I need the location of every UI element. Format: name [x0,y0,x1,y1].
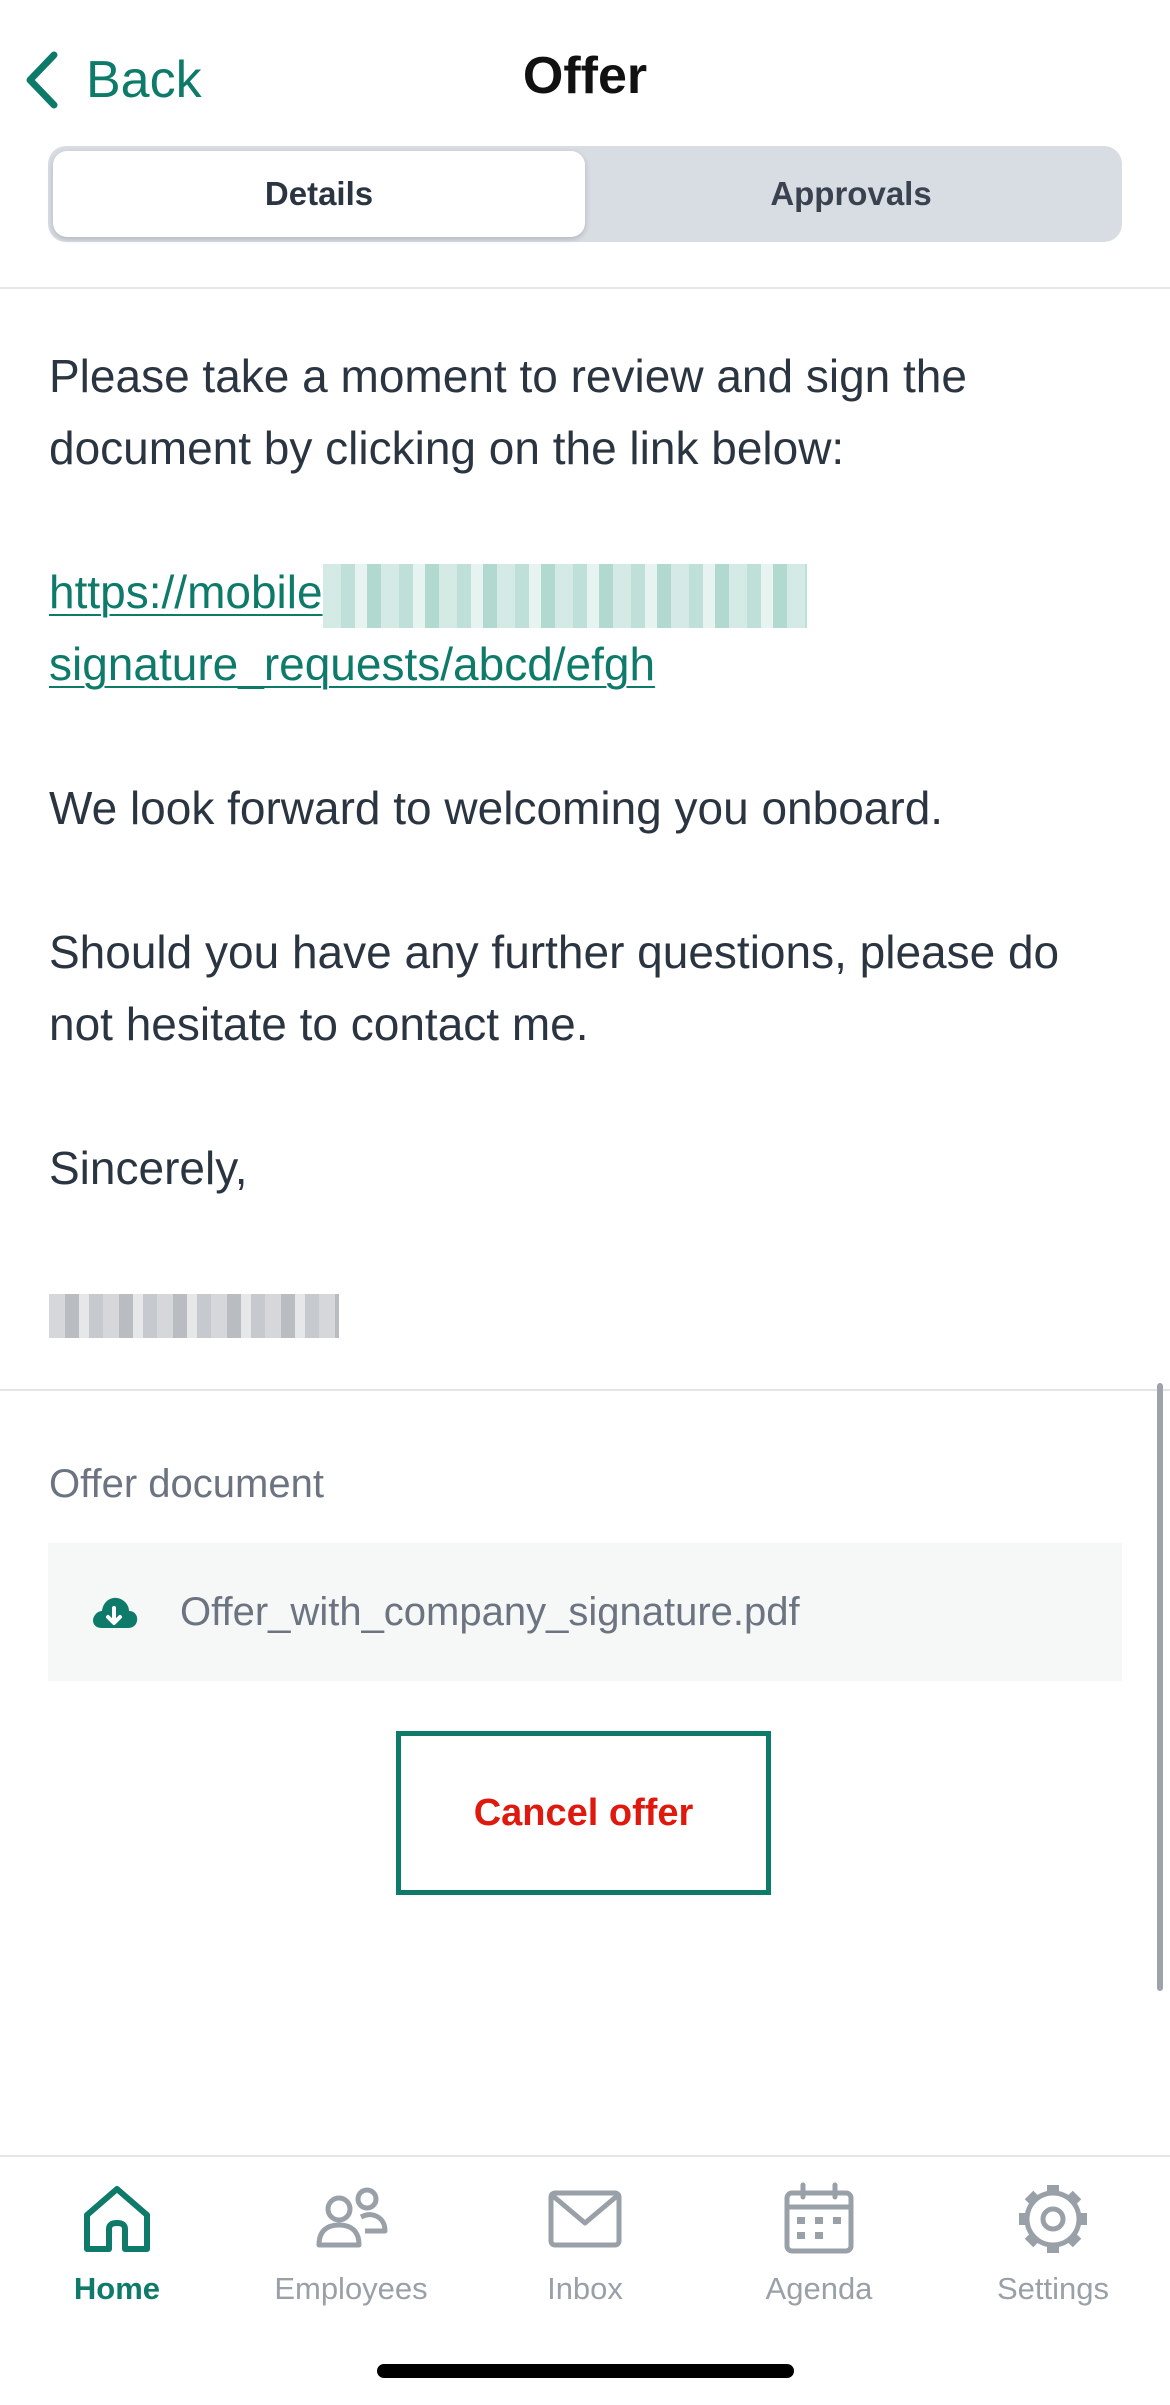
nav-agenda[interactable]: Agenda [702,2179,936,2307]
nav-inbox[interactable]: Inbox [468,2179,702,2307]
home-indicator [377,2364,794,2378]
nav-home[interactable]: Home [0,2179,234,2307]
signature-link-suffix[interactable]: signature_requests/abcd/efgh [49,638,655,690]
nav-agenda-label: Agenda [765,2271,873,2306]
scrollbar[interactable] [1157,1383,1163,1991]
nav-home-label: Home [73,2271,161,2306]
download-cloud-icon [93,1597,138,1628]
calendar-icon [784,2182,854,2254]
sender-signature [49,1276,1129,1348]
offer-document-filename: Offer_with_company_signature.pdf [180,1589,800,1634]
header: Back Offer [0,0,1170,145]
users-icon [316,2187,388,2248]
message-closing: Sincerely, [49,1142,248,1194]
header-divider [0,287,1170,289]
tab-approvals[interactable]: Approvals [585,151,1117,237]
message-intro: Please take a moment to review and sign … [49,350,967,474]
signature-link-block: https://mobile signature_requests/abcd/e… [49,556,1129,700]
page-title: Offer [522,47,648,105]
nav-settings-label: Settings [996,2271,1109,2306]
signature-link-prefix[interactable]: https://mobile [49,566,323,618]
nav-employees[interactable]: Employees [234,2179,468,2307]
home-icon [84,2186,150,2252]
cancel-offer-button[interactable]: Cancel offer [396,1731,771,1895]
redacted-link-segment [322,563,807,628]
nav-inbox-label: Inbox [547,2271,623,2306]
mail-icon [548,2190,622,2248]
segmented-control: Details Approvals [48,146,1122,242]
nav-settings[interactable]: Settings [936,2179,1170,2307]
message-body: Please take a moment to review and sign … [49,340,1129,1420]
tab-details[interactable]: Details [53,151,585,237]
offer-document-file[interactable]: Offer_with_company_signature.pdf [48,1543,1122,1681]
gear-icon [1019,2185,1087,2253]
offer-document-label: Offer document [49,1462,324,1506]
section-divider [0,1389,1170,1391]
message-questions: Should you have any further questions, p… [49,926,1060,1050]
nav-employees-label: Employees [274,2271,428,2306]
message-welcome: We look forward to welcoming you onboard… [49,782,944,834]
redacted-sender-name [49,1293,339,1338]
